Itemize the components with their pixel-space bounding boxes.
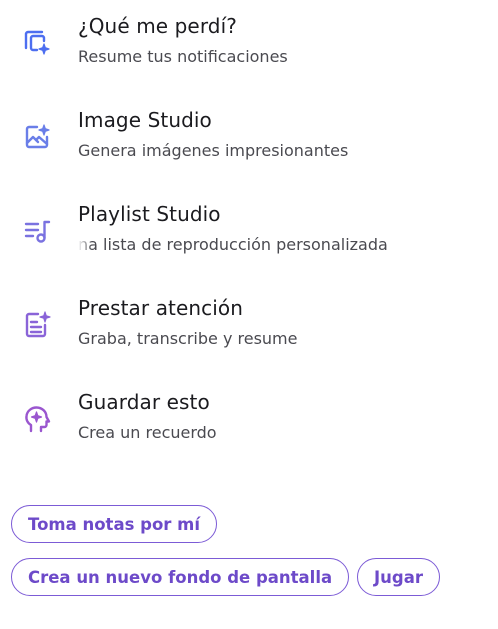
playlist-icon	[22, 216, 52, 246]
suggestion-chip-take-notes[interactable]: Toma notas por mí	[11, 505, 218, 543]
menu-item-playlist-studio[interactable]: Playlist Studio na lista de reproducción…	[0, 202, 498, 282]
menu-item-subtitle: Graba, transcribe y resume	[78, 329, 298, 348]
menu-item-subtitle: na lista de reproducción personalizada	[78, 235, 388, 254]
menu-item-subtitle: Resume tus notificaciones	[78, 47, 288, 66]
assistant-suggestions-screen: ¿Qué me perdí? Resume tus notificaciones…	[0, 0, 498, 629]
memory-head-icon	[22, 404, 52, 434]
menu-item-title: Prestar atención	[78, 296, 244, 320]
menu-item-save-this[interactable]: Guardar esto Crea un recuerdo	[0, 390, 498, 470]
menu-item-title: Image Studio	[78, 108, 212, 132]
menu-item-what-did-i-miss[interactable]: ¿Qué me perdí? Resume tus notificaciones	[0, 14, 498, 94]
suggestion-chip-play[interactable]: Jugar	[357, 558, 440, 596]
menu-item-title: Guardar esto	[78, 390, 210, 414]
menu-item-subtitle: Crea un recuerdo	[78, 423, 217, 442]
menu-item-image-studio[interactable]: Image Studio Genera imágenes impresionan…	[0, 108, 498, 188]
image-sparkle-icon	[22, 122, 52, 152]
menu-item-pay-attention[interactable]: Prestar atención Graba, transcribe y res…	[0, 296, 498, 376]
menu-item-title: Playlist Studio	[78, 202, 221, 226]
menu-item-subtitle: Genera imágenes impresionantes	[78, 141, 349, 160]
notifications-summary-icon	[22, 28, 52, 58]
notes-sparkle-icon	[22, 310, 52, 340]
suggestion-chip-new-wallpaper[interactable]: Crea un nuevo fondo de pantalla	[11, 558, 350, 596]
menu-item-title: ¿Qué me perdí?	[78, 14, 237, 38]
